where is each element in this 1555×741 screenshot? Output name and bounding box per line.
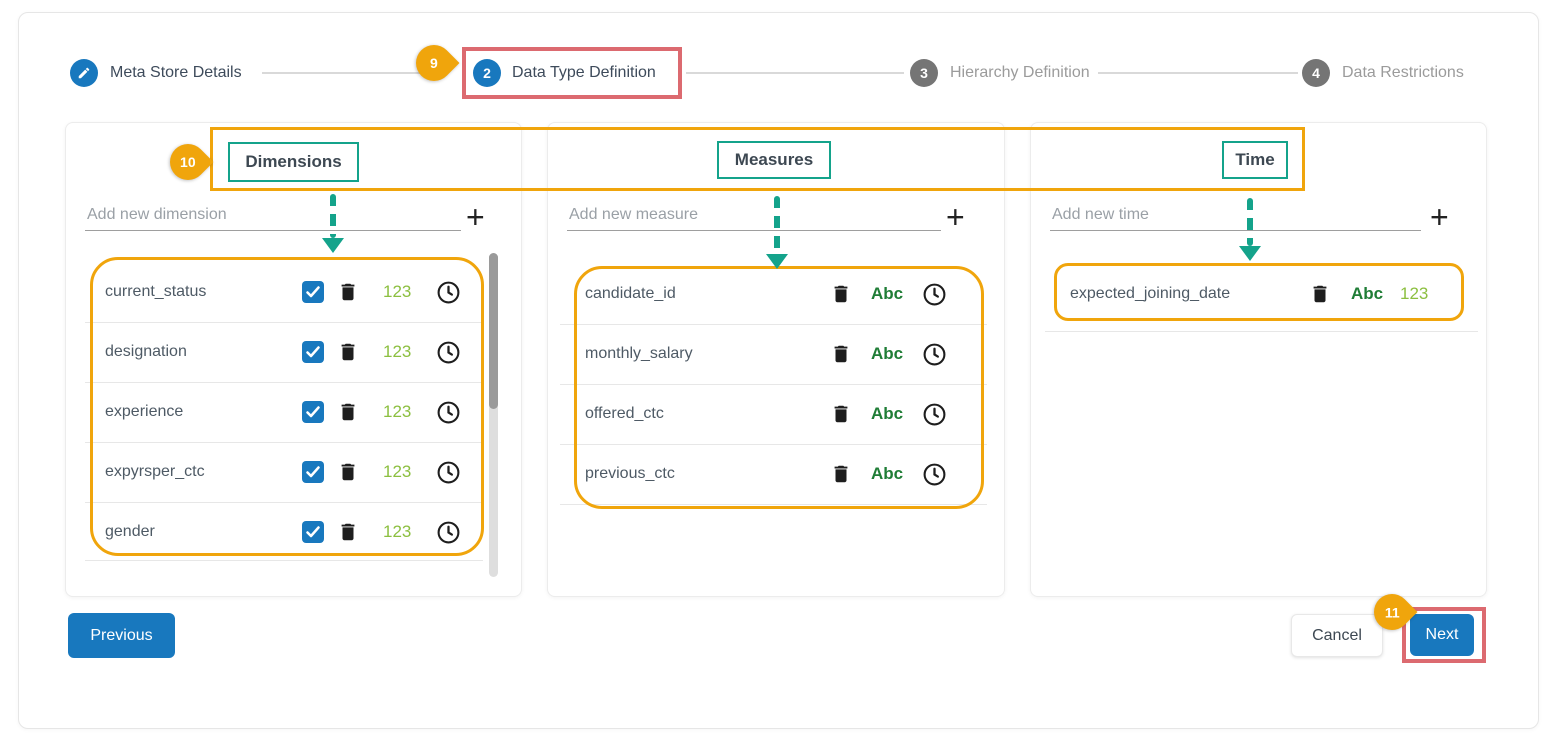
- numeric-type-label[interactable]: 123: [383, 282, 425, 302]
- dimension-checkbox[interactable]: [302, 521, 324, 543]
- step-3-number: 3: [920, 65, 928, 81]
- step-2-number: 2: [483, 65, 491, 81]
- check-icon: [306, 286, 320, 298]
- time-panel: [1030, 122, 1487, 597]
- step-1-label[interactable]: Meta Store Details: [110, 64, 242, 82]
- numeric-type-label[interactable]: 123: [1400, 284, 1440, 304]
- trash-icon[interactable]: [337, 281, 359, 303]
- time-title: Time: [1222, 141, 1288, 179]
- step-connector: [686, 72, 904, 74]
- check-icon: [306, 466, 320, 478]
- trash-icon[interactable]: [830, 403, 852, 425]
- page: Meta Store Details 2 Data Type Definitio…: [0, 0, 1555, 741]
- clock-icon[interactable]: [922, 462, 947, 487]
- text-type-label[interactable]: Abc: [871, 404, 905, 424]
- trash-icon[interactable]: [337, 341, 359, 363]
- dimension-row: experience 123: [105, 382, 461, 442]
- numeric-type-label[interactable]: 123: [383, 402, 425, 422]
- time-name: expected_joining_date: [1070, 285, 1309, 303]
- trash-icon[interactable]: [830, 283, 852, 305]
- text-type-label[interactable]: Abc: [871, 464, 905, 484]
- next-button[interactable]: Next: [1410, 614, 1474, 656]
- step-3-circle[interactable]: 3: [910, 59, 938, 87]
- clock-icon[interactable]: [922, 342, 947, 367]
- text-type-label[interactable]: Abc: [871, 284, 905, 304]
- dimension-name: designation: [105, 343, 302, 361]
- trash-icon[interactable]: [830, 463, 852, 485]
- dimensions-title: Dimensions: [228, 142, 359, 182]
- clock-icon[interactable]: [922, 402, 947, 427]
- dimension-row: designation 123: [105, 322, 461, 382]
- measure-row: previous_ctc Abc: [585, 444, 953, 504]
- dimension-name: expyrsper_ctc: [105, 463, 302, 481]
- dimension-checkbox[interactable]: [302, 401, 324, 423]
- time-row: expected_joining_date Abc 123: [1070, 264, 1440, 324]
- numeric-type-label[interactable]: 123: [383, 462, 425, 482]
- previous-button[interactable]: Previous: [68, 613, 175, 658]
- step-2-circle[interactable]: 2: [473, 59, 501, 87]
- step-4-number: 4: [1312, 65, 1320, 81]
- clock-icon[interactable]: [436, 340, 461, 365]
- dimension-row: gender 123: [105, 502, 461, 562]
- trash-icon[interactable]: [1309, 283, 1331, 305]
- measure-name: candidate_id: [585, 285, 830, 303]
- clock-icon[interactable]: [436, 280, 461, 305]
- edit-icon: [77, 66, 91, 80]
- text-type-label[interactable]: Abc: [1351, 284, 1386, 304]
- dimensions-scrollbar-thumb[interactable]: [489, 253, 498, 409]
- numeric-type-label[interactable]: 123: [383, 522, 425, 542]
- clock-icon[interactable]: [436, 520, 461, 545]
- add-time-button[interactable]: +: [1430, 202, 1449, 232]
- measures-title: Measures: [717, 141, 831, 179]
- measure-name: previous_ctc: [585, 465, 830, 483]
- step-1-circle[interactable]: [70, 59, 98, 87]
- measure-name: monthly_salary: [585, 345, 830, 363]
- step-connector: [262, 72, 442, 74]
- clock-icon[interactable]: [922, 282, 947, 307]
- dimension-checkbox[interactable]: [302, 461, 324, 483]
- measure-row: candidate_id Abc: [585, 264, 953, 324]
- check-icon: [306, 406, 320, 418]
- step-3-label[interactable]: Hierarchy Definition: [950, 64, 1090, 82]
- add-measure-button[interactable]: +: [946, 202, 965, 232]
- measure-row: offered_ctc Abc: [585, 384, 953, 444]
- cancel-button[interactable]: Cancel: [1291, 614, 1383, 657]
- numeric-type-label[interactable]: 123: [383, 342, 425, 362]
- measure-name: offered_ctc: [585, 405, 830, 423]
- step-connector: [1098, 72, 1298, 74]
- trash-icon[interactable]: [337, 461, 359, 483]
- add-dimension-input[interactable]: [85, 200, 461, 231]
- dimension-row: expyrsper_ctc 123: [105, 442, 461, 502]
- add-dimension-button[interactable]: +: [466, 202, 485, 232]
- trash-icon[interactable]: [830, 343, 852, 365]
- step-2-label[interactable]: Data Type Definition: [512, 64, 656, 82]
- dimension-checkbox[interactable]: [302, 341, 324, 363]
- step-4-circle[interactable]: 4: [1302, 59, 1330, 87]
- check-icon: [306, 526, 320, 538]
- clock-icon[interactable]: [436, 400, 461, 425]
- add-measure-input[interactable]: [567, 200, 941, 231]
- trash-icon[interactable]: [337, 521, 359, 543]
- row-divider: [560, 504, 987, 505]
- step-4-label[interactable]: Data Restrictions: [1342, 64, 1464, 82]
- measure-row: monthly_salary Abc: [585, 324, 953, 384]
- trash-icon[interactable]: [337, 401, 359, 423]
- clock-icon[interactable]: [436, 460, 461, 485]
- text-type-label[interactable]: Abc: [871, 344, 905, 364]
- check-icon: [306, 346, 320, 358]
- row-divider: [1045, 331, 1478, 332]
- dimension-name: gender: [105, 523, 302, 541]
- add-time-input[interactable]: [1050, 200, 1421, 231]
- dimension-checkbox[interactable]: [302, 281, 324, 303]
- dimension-row: current_status 123: [105, 262, 461, 322]
- dimension-name: experience: [105, 403, 302, 421]
- dimension-name: current_status: [105, 283, 302, 301]
